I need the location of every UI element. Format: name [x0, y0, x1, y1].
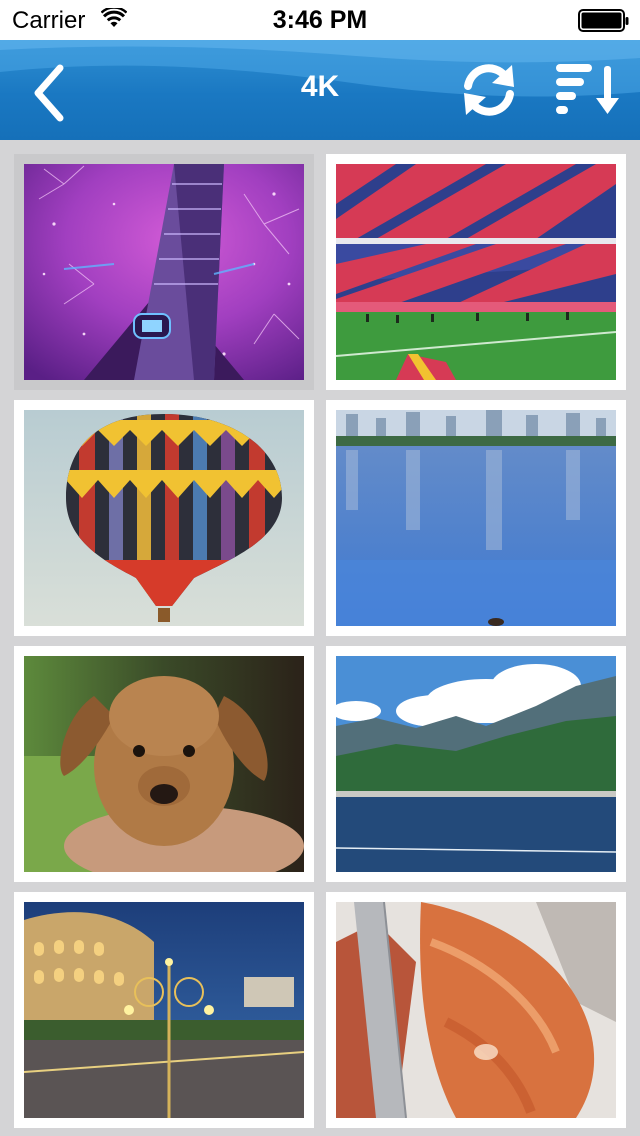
page-title: 4K — [300, 70, 340, 103]
navigation-bar: 4K — [0, 40, 640, 140]
sliced-meat-image — [336, 902, 616, 1118]
hot-air-balloon-thumbnail[interactable] — [14, 400, 314, 636]
battery-icon — [578, 9, 629, 32]
fireworks-tower-image — [24, 164, 304, 380]
colosseum-night-image — [24, 902, 304, 1118]
sort-descending-icon — [556, 64, 619, 114]
status-time: 3:46 PM — [272, 6, 368, 34]
city-lake-reflection-thumbnail[interactable] — [326, 400, 626, 636]
mountain-lake-thumbnail[interactable] — [326, 646, 626, 882]
stadium-crowd-image — [336, 164, 616, 380]
fireworks-tower-thumbnail[interactable] — [14, 154, 314, 390]
refresh-button[interactable] — [458, 59, 520, 121]
colosseum-night-thumbnail[interactable] — [14, 892, 314, 1128]
video-thumbnail-grid — [0, 140, 640, 1136]
status-bar: Carrier 3:46 PM — [0, 0, 640, 40]
mountain-lake-image — [336, 656, 616, 872]
hot-air-balloon-image — [24, 410, 304, 626]
stadium-crowd-thumbnail[interactable] — [326, 154, 626, 390]
refresh-icon — [464, 64, 514, 116]
city-lake-reflection-image — [336, 410, 616, 626]
puppy-image — [24, 656, 304, 872]
puppy-thumbnail[interactable] — [14, 646, 314, 882]
sort-button[interactable] — [552, 60, 626, 122]
sliced-meat-thumbnail[interactable] — [326, 892, 626, 1128]
